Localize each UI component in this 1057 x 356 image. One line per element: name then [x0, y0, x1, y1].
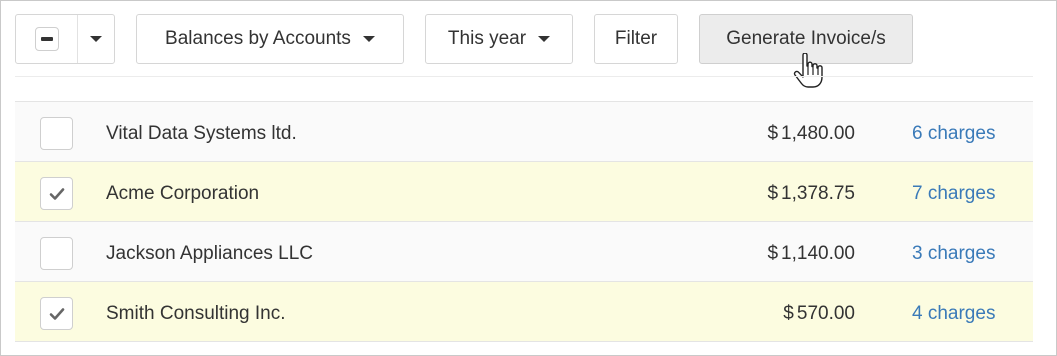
account-balance: $1,480.00 — [767, 123, 855, 145]
amount-value: 570.00 — [796, 303, 855, 324]
account-row[interactable]: Jackson Appliances LLC $1,140.00 3 charg… — [15, 222, 1033, 282]
currency-symbol: $ — [767, 243, 779, 264]
account-row[interactable]: Vital Data Systems ltd. $1,480.00 6 char… — [15, 102, 1033, 162]
caret-down-icon — [538, 36, 551, 42]
account-balance: $1,378.75 — [767, 183, 855, 205]
amount-value: 1,140.00 — [781, 243, 855, 264]
amount-value: 1,378.75 — [781, 183, 855, 204]
account-row[interactable]: Smith Consulting Inc. $570.00 4 charges — [15, 282, 1033, 342]
select-all-dropdown[interactable] — [78, 15, 114, 63]
minus-icon — [34, 27, 59, 51]
charges-link[interactable]: 4 charges — [912, 303, 995, 325]
account-balance: $1,140.00 — [767, 243, 855, 265]
accounts-list: Vital Data Systems ltd. $1,480.00 6 char… — [15, 101, 1033, 342]
generate-label: Generate Invoice/s — [726, 28, 886, 49]
select-all-checkbox[interactable] — [16, 15, 78, 63]
hand-pointer-cursor-icon — [793, 53, 823, 88]
filter-label: Filter — [614, 28, 658, 49]
currency-symbol: $ — [783, 303, 794, 324]
checkmark-icon — [49, 307, 64, 320]
account-name: Jackson Appliances LLC — [106, 243, 314, 264]
charges-link[interactable]: 6 charges — [912, 123, 995, 145]
row-checkbox[interactable] — [40, 177, 73, 210]
amount-value: 1,480.00 — [781, 123, 855, 144]
invoice-panel: Balances by Accounts This year Filter Ge… — [0, 0, 1057, 356]
period-label: This year — [447, 28, 527, 49]
account-name: Smith Consulting Inc. — [106, 303, 286, 324]
account-balance: $570.00 — [783, 303, 855, 325]
select-all-button[interactable] — [15, 14, 115, 64]
balances-dropdown[interactable]: Balances by Accounts — [136, 14, 404, 64]
account-name: Vital Data Systems ltd. — [106, 123, 297, 144]
account-name: Acme Corporation — [106, 183, 260, 204]
filter-button[interactable]: Filter — [594, 14, 678, 64]
account-row[interactable]: Acme Corporation $1,378.75 7 charges — [15, 162, 1033, 222]
caret-down-icon — [90, 36, 102, 42]
charges-link[interactable]: 7 charges — [912, 183, 995, 205]
toolbar-divider — [15, 76, 1033, 77]
currency-symbol: $ — [767, 183, 779, 204]
period-dropdown[interactable]: This year — [425, 14, 573, 64]
row-checkbox[interactable] — [40, 237, 73, 270]
currency-symbol: $ — [767, 123, 779, 144]
row-checkbox[interactable] — [40, 117, 73, 150]
row-checkbox[interactable] — [40, 297, 73, 330]
caret-down-icon — [362, 36, 375, 42]
balances-label: Balances by Accounts — [165, 28, 351, 49]
charges-link[interactable]: 3 charges — [912, 243, 995, 265]
checkmark-icon — [49, 187, 64, 200]
